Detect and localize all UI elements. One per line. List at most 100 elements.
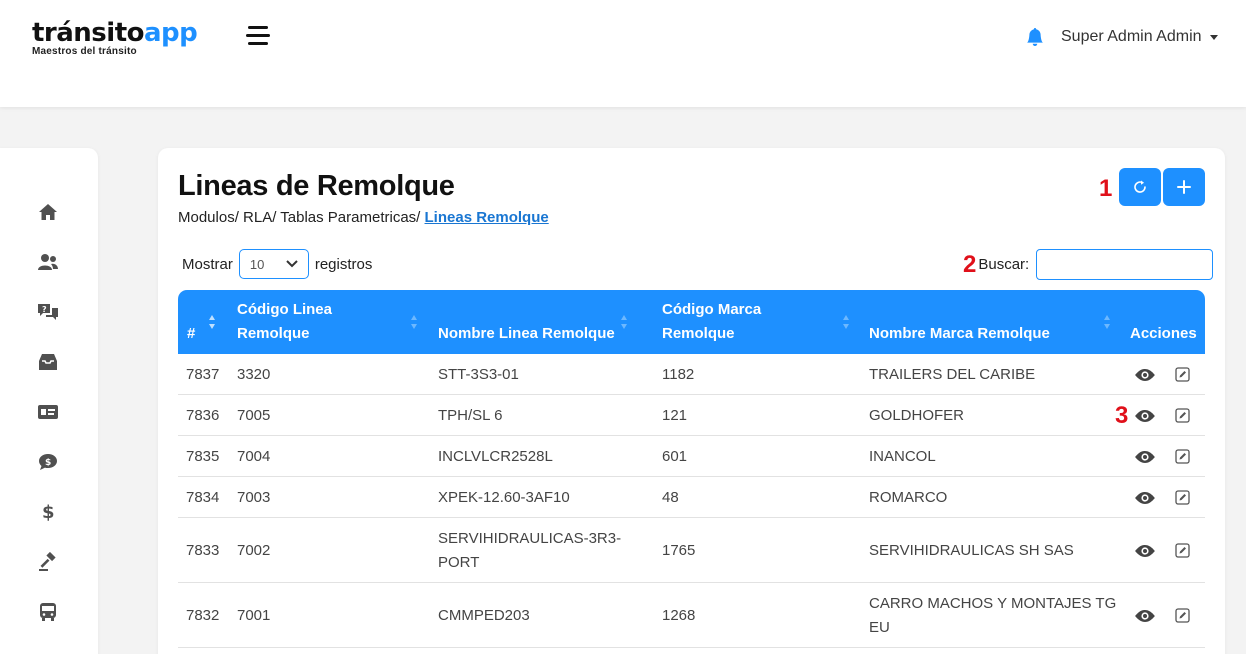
- bell-icon[interactable]: [1026, 27, 1044, 46]
- cell-name: STT-3S3-01: [438, 365, 519, 383]
- cell-id: 7837: [186, 365, 220, 383]
- cell-brand-code: 48: [662, 488, 679, 506]
- cell-name: XPEK-12.60-3AF10: [438, 488, 570, 506]
- gavel-icon[interactable]: [37, 552, 59, 572]
- table-row: 7836 7005 TPH/SL 6 121 GOLDHOFER 3: [178, 395, 1205, 436]
- page-size-select[interactable]: 10: [238, 249, 309, 279]
- svg-text:$: $: [45, 458, 51, 468]
- users-icon[interactable]: [37, 252, 59, 272]
- sort-icon[interactable]: [410, 314, 418, 330]
- top-navbar: tránsitoapp Maestros del tránsito Super …: [0, 0, 1246, 107]
- table-row: 7834 7003 XPEK-12.60-3AF10 48 ROMARCO: [178, 477, 1205, 518]
- menu-toggle-icon[interactable]: [246, 26, 270, 46]
- cell-brand-name: GOLDHOFER: [869, 406, 965, 424]
- cell-name: CMMPED203: [438, 606, 530, 624]
- view-eye-icon[interactable]: [1134, 544, 1156, 558]
- chat-icon[interactable]: ?: [37, 302, 59, 322]
- dollar-icon[interactable]: $: [37, 502, 59, 522]
- cell-brand-code: 1268: [662, 606, 696, 624]
- svg-text:$: $: [42, 502, 55, 522]
- edit-icon[interactable]: [1175, 408, 1190, 423]
- sort-icon[interactable]: [1103, 314, 1111, 330]
- view-eye-icon[interactable]: [1134, 491, 1156, 505]
- cell-id: 7834: [186, 488, 220, 506]
- cell-code: 7001: [237, 606, 271, 624]
- logo-wordmark: tránsitoapp: [32, 18, 198, 48]
- refresh-icon: [1134, 180, 1146, 193]
- inbox-icon[interactable]: [37, 352, 59, 372]
- view-eye-icon[interactable]: [1134, 409, 1156, 423]
- page-size-control: Mostrar 10 registros: [182, 249, 372, 279]
- bus-icon[interactable]: [37, 602, 59, 622]
- view-eye-icon[interactable]: [1134, 609, 1156, 623]
- money-bubble-icon[interactable]: $: [37, 452, 59, 472]
- app-logo[interactable]: tránsitoapp Maestros del tránsito: [32, 18, 198, 57]
- cell-name: TPH/SL 6: [438, 406, 503, 424]
- annotation-marker-1: 1: [1099, 175, 1113, 202]
- cell-code: 7005: [237, 406, 271, 424]
- annotation-marker-2: 2: [963, 250, 977, 278]
- id-card-icon[interactable]: [37, 402, 59, 422]
- table-row: 7832 7001 CMMPED203 1268 CARRO MACHOS Y MONT…: [178, 583, 1205, 648]
- cell-brand-name: TRAILERS DEL CARIBE: [869, 365, 1036, 383]
- data-table: # Código Linea Remolque Nombre Linea Rem…: [178, 290, 1205, 648]
- svg-text:?: ?: [42, 305, 47, 314]
- breadcrumb-current-link[interactable]: Lineas Remolque: [425, 209, 549, 226]
- chevron-down-icon: [286, 260, 298, 268]
- sort-icon[interactable]: [208, 314, 216, 330]
- main-card: Lineas de Remolque Modulos/ RLA/ Tablas …: [158, 148, 1225, 654]
- records-label: registros: [314, 255, 373, 273]
- cell-code: 7004: [237, 447, 271, 465]
- edit-icon[interactable]: [1175, 367, 1190, 382]
- table-row: 7833 7002 SERVIHIDRAULICAS-3R3-PORT 1765 SER…: [178, 518, 1205, 583]
- sidebar: ? $ $: [0, 148, 98, 654]
- col-header-id[interactable]: #: [187, 322, 195, 346]
- user-menu[interactable]: Super Admin Admin: [1061, 28, 1218, 46]
- cell-brand-code: 601: [662, 447, 688, 465]
- show-label: Mostrar: [182, 255, 233, 273]
- view-eye-icon[interactable]: [1134, 450, 1156, 464]
- edit-icon[interactable]: [1175, 449, 1190, 464]
- view-eye-icon[interactable]: [1134, 368, 1156, 382]
- plus-icon: [1177, 180, 1191, 194]
- sort-icon[interactable]: [842, 314, 850, 330]
- edit-icon[interactable]: [1175, 490, 1190, 505]
- page-size-value: 10: [249, 256, 265, 272]
- cell-code: 7002: [237, 541, 271, 559]
- cell-id: 7836: [186, 406, 220, 424]
- cell-name: INCLVLCR2528L: [438, 447, 553, 465]
- col-header-actions: Acciones: [1130, 325, 1197, 342]
- sort-icon[interactable]: [620, 314, 628, 330]
- cell-brand-name: INANCOL: [869, 447, 936, 465]
- cell-brand-name: ROMARCO: [869, 488, 948, 506]
- cell-id: 7832: [186, 606, 220, 624]
- cell-brand-code: 1182: [662, 365, 695, 383]
- add-button[interactable]: [1163, 168, 1205, 206]
- search-input[interactable]: [1036, 249, 1214, 280]
- col-header-brand-code[interactable]: Código Marca Remolque: [662, 298, 802, 346]
- search-control: 2 Buscar:: [963, 249, 1214, 280]
- user-name: Super Admin Admin: [1061, 28, 1202, 45]
- edit-icon[interactable]: [1175, 608, 1190, 623]
- page-title: Lineas de Remolque: [178, 170, 455, 202]
- table-header: # Código Linea Remolque Nombre Linea Rem…: [178, 290, 1205, 354]
- col-header-code[interactable]: Código Linea Remolque: [237, 298, 387, 346]
- chevron-down-icon: [1209, 34, 1218, 40]
- cell-name: SERVIHIDRAULICAS-3R3-PORT: [438, 529, 622, 571]
- search-label: Buscar:: [978, 256, 1030, 273]
- col-header-name[interactable]: Nombre Linea Remolque: [438, 322, 615, 346]
- cell-brand-name: SERVIHIDRAULICAS SH SAS: [869, 541, 1074, 559]
- annotation-marker-3: 3: [1115, 401, 1129, 429]
- table-row: 7837 3320 STT-3S3-01 1182 TRAILERS DEL CARIB…: [178, 354, 1205, 395]
- refresh-button[interactable]: [1119, 168, 1161, 206]
- col-header-brand-name[interactable]: Nombre Marca Remolque: [869, 322, 1050, 346]
- table-body: 7837 3320 STT-3S3-01 1182 TRAILERS DEL CARIB…: [178, 354, 1205, 648]
- cell-brand-code: 1765: [662, 541, 696, 559]
- edit-icon[interactable]: [1175, 543, 1190, 558]
- cell-id: 7833: [186, 541, 220, 559]
- home-icon[interactable]: [37, 202, 59, 222]
- cell-id: 7835: [186, 447, 220, 465]
- breadcrumb-path: Modulos/ RLA/ Tablas Parametricas/: [178, 209, 421, 226]
- cell-code: 7003: [237, 488, 271, 506]
- breadcrumb: Modulos/ RLA/ Tablas Parametricas/ Linea…: [178, 209, 549, 226]
